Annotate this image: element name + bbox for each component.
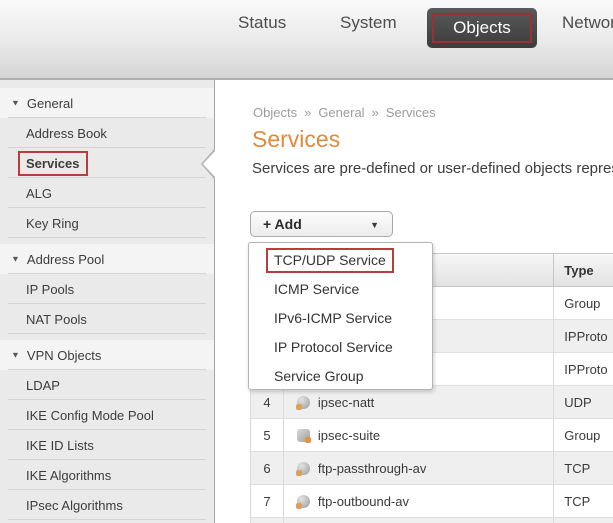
breadcrumb-separator: »: [304, 105, 311, 120]
table-row[interactable]: 6 ftp-passthrough-av TCP: [251, 452, 613, 485]
menu-item-icmp-service[interactable]: ICMP Service: [249, 275, 432, 304]
menu-item-label: TCP/UDP Service: [266, 248, 394, 273]
breadcrumb-general[interactable]: General: [318, 105, 364, 120]
menu-item-service-group[interactable]: Service Group: [249, 361, 432, 390]
row-name-cell: ftp-outbound-av: [284, 485, 554, 517]
add-dropdown-menu: TCP/UDP Service ICMP Service IPv6-ICMP S…: [248, 242, 433, 390]
sidebar-item-label: NAT Pools: [26, 312, 87, 327]
sidebar-header-label: Address Pool: [27, 252, 104, 267]
row-type: [554, 518, 613, 523]
row-type: Group: [554, 419, 613, 451]
tab-objects[interactable]: Objects: [427, 8, 537, 48]
top-nav-bar: Status System Objects Network: [0, 0, 613, 80]
row-type: TCP: [554, 452, 613, 484]
row-type: IPProto: [554, 320, 613, 352]
tab-status-label: Status: [238, 13, 286, 33]
sidebar-header-address-pool[interactable]: ▼ Address Pool: [0, 244, 214, 274]
sidebar-item-ike-algorithms[interactable]: IKE Algorithms: [0, 460, 214, 490]
breadcrumb-separator: »: [372, 105, 379, 120]
service-group-icon: [297, 429, 310, 442]
row-name-cell: ftp-passthrough-av: [284, 452, 554, 484]
sidebar-item-key-ring[interactable]: Key Ring: [0, 208, 214, 238]
sidebar-item-label: LDAP: [26, 378, 60, 393]
sidebar-item-ipsec-algorithms[interactable]: IPsec Algorithms: [0, 490, 214, 520]
menu-item-tcp-udp-service[interactable]: TCP/UDP Service: [249, 246, 432, 275]
sidebar: ▼ General Address Book Services ALG Key …: [0, 80, 215, 523]
row-number: 6: [251, 452, 284, 484]
breadcrumb: Objects » General » Services: [253, 105, 436, 120]
table-row[interactable]: 7 ftp-outbound-av TCP: [251, 485, 613, 518]
row-number: 4: [251, 386, 284, 418]
menu-item-label: IP Protocol Service: [274, 339, 393, 355]
menu-item-label: ICMP Service: [274, 281, 359, 297]
tab-network[interactable]: Network: [562, 10, 613, 36]
caret-down-icon: ▼: [370, 220, 379, 230]
service-icon: [297, 462, 310, 475]
sidebar-item-label: IP Pools: [26, 282, 74, 297]
sidebar-item-label: IKE Algorithms: [26, 468, 111, 483]
row-name: ipsec-suite: [318, 428, 380, 443]
left-arrow-notch-icon: [203, 150, 216, 178]
sidebar-item-label: Address Book: [26, 126, 107, 141]
row-type: UDP: [554, 386, 613, 418]
row-name-cell: ipsec-natt: [284, 386, 554, 418]
row-number: [251, 518, 284, 523]
row-name-cell: ipsec-suite: [284, 419, 554, 451]
sidebar-item-label: ALG: [26, 186, 52, 201]
sidebar-item-label: IKE ID Lists: [26, 438, 94, 453]
sidebar-item-ip-pools[interactable]: IP Pools: [0, 274, 214, 304]
row-name: ipsec-natt: [318, 395, 374, 410]
row-type: IPProto: [554, 353, 613, 385]
page-description: Services are pre-defined or user-defined…: [252, 160, 613, 177]
triangle-down-icon: ▼: [11, 255, 20, 264]
page-title: Services: [252, 126, 340, 153]
row-type: Group: [554, 287, 613, 319]
row-name-cell: [284, 518, 554, 523]
sidebar-item-services[interactable]: Services: [0, 148, 214, 178]
row-type: TCP: [554, 485, 613, 517]
table-header-type[interactable]: Type: [554, 254, 613, 286]
row-number: 5: [251, 419, 284, 451]
sidebar-item-ike-id-lists[interactable]: IKE ID Lists: [0, 430, 214, 460]
row-name: ftp-outbound-av: [318, 494, 409, 509]
sidebar-header-vpn-objects[interactable]: ▼ VPN Objects: [0, 340, 214, 370]
row-name: ftp-passthrough-av: [318, 461, 426, 476]
sidebar-item-ldap[interactable]: LDAP: [0, 370, 214, 400]
sidebar-header-label: VPN Objects: [27, 348, 101, 363]
row-number: 7: [251, 485, 284, 517]
service-icon: [297, 495, 310, 508]
sidebar-item-ike-config-mode-pool[interactable]: IKE Config Mode Pool: [0, 400, 214, 430]
sidebar-item-alg[interactable]: ALG: [0, 178, 214, 208]
breadcrumb-services[interactable]: Services: [386, 105, 436, 120]
sidebar-item-address-book[interactable]: Address Book: [0, 118, 214, 148]
menu-item-label: IPv6-ICMP Service: [274, 310, 392, 326]
service-icon: [297, 396, 310, 409]
sidebar-item-label: IKE Config Mode Pool: [26, 408, 154, 423]
sidebar-header-label: General: [27, 96, 73, 111]
sidebar-header-general[interactable]: ▼ General: [0, 88, 214, 118]
table-row[interactable]: 4 ipsec-natt UDP: [251, 386, 613, 419]
sidebar-item-nat-pools[interactable]: NAT Pools: [0, 304, 214, 334]
add-button[interactable]: + Add ▼: [250, 211, 393, 237]
sidebar-item-label: Services: [18, 151, 88, 176]
tab-status[interactable]: Status: [238, 10, 286, 36]
table-row[interactable]: [251, 518, 613, 523]
triangle-down-icon: ▼: [11, 351, 20, 360]
annotation-box-objects: [432, 13, 532, 43]
menu-item-ipv6-icmp-service[interactable]: IPv6-ICMP Service: [249, 304, 432, 333]
tab-network-label: Network: [562, 13, 613, 33]
tab-system[interactable]: System: [340, 10, 397, 36]
breadcrumb-objects[interactable]: Objects: [253, 105, 297, 120]
triangle-down-icon: ▼: [11, 99, 20, 108]
app-window: Status System Objects Network ▼ General …: [0, 0, 613, 523]
table-row[interactable]: 5 ipsec-suite Group: [251, 419, 613, 452]
menu-item-label: Service Group: [274, 368, 363, 384]
tab-system-label: System: [340, 13, 397, 33]
add-button-label: + Add: [251, 216, 302, 232]
sidebar-item-label: Key Ring: [26, 216, 79, 231]
sidebar-item-label: IPsec Algorithms: [26, 498, 123, 513]
menu-item-ip-protocol-service[interactable]: IP Protocol Service: [249, 332, 432, 361]
